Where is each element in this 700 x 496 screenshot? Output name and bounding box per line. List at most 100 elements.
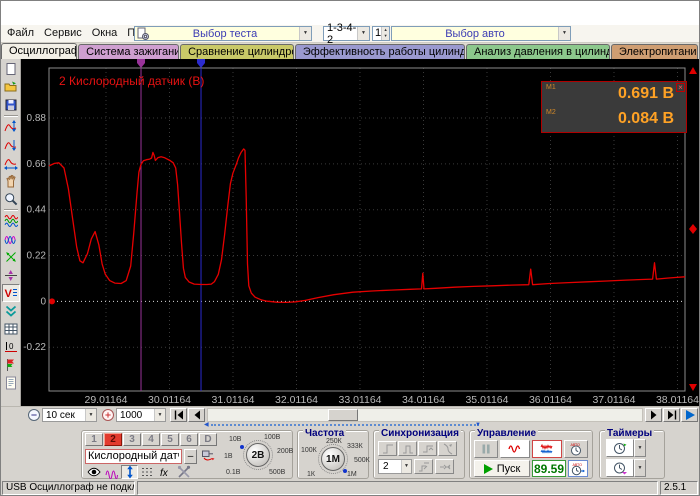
cursor-handle-m2[interactable] — [197, 59, 205, 68]
auto-select-combo[interactable]: Выбор авто ▼ — [391, 26, 571, 41]
tab-6[interactable]: Электропитание — [611, 44, 698, 59]
scale-marker-top-icon[interactable] — [689, 67, 697, 74]
overlay-signals-icon[interactable] — [2, 230, 20, 248]
channel-button-2[interactable]: 2 — [104, 433, 122, 446]
zero-level-marker[interactable] — [49, 298, 55, 304]
zoom-out-icon[interactable] — [27, 408, 41, 422]
scrollbar-thumb[interactable] — [328, 409, 358, 421]
timer-record-icon[interactable] — [606, 459, 634, 477]
tab-3[interactable]: Сравнение цилиндров — [180, 44, 294, 59]
channel-button-D[interactable]: D — [199, 433, 217, 446]
noise-mode-button[interactable] — [532, 440, 562, 458]
spinner-down-icon[interactable]: ▼ — [382, 33, 389, 39]
auto-stop-button[interactable]: АВТО — [564, 440, 588, 458]
trigger-level-icon[interactable] — [418, 441, 437, 456]
tab-1[interactable]: Осциллограф — [1, 43, 77, 59]
horizontal-scale-icon[interactable] — [2, 154, 20, 172]
knob-scale-label: 100К — [301, 447, 317, 454]
channel-button-1[interactable]: 1 — [85, 433, 103, 446]
menu-item[interactable]: Окна — [92, 27, 118, 39]
timer-dropdown-button[interactable]: ▼ — [634, 459, 646, 477]
vertical-scale-icon[interactable] — [2, 136, 20, 154]
new-file-icon[interactable] — [2, 60, 20, 78]
app-window: ФайлСервисОкнаПомощь Выбор теста ▼ 1-3-4… — [0, 0, 700, 496]
table-icon[interactable] — [2, 320, 20, 338]
firing-order-combo[interactable]: 1-3-4-2 ▼ — [323, 26, 370, 41]
sync-delay-icon[interactable] — [414, 459, 433, 474]
tools-icon[interactable] — [175, 465, 192, 479]
fx-icon[interactable]: fx — [157, 465, 174, 479]
level-cursors-icon[interactable] — [2, 266, 20, 284]
measurement-row: М1 0.691 В — [542, 82, 686, 107]
channel-button-5[interactable]: 5 — [161, 433, 179, 446]
frequency-knob[interactable]: 1М 1К100К250К333К500К1М — [301, 438, 367, 479]
tab-5[interactable]: Анализ давления в цилиндре — [466, 44, 610, 59]
x-tick-label: 35.01164 — [465, 394, 508, 406]
scroll-back-button[interactable] — [188, 408, 205, 422]
menu-item[interactable]: Файл — [7, 27, 34, 39]
zoom-in-icon[interactable] — [101, 408, 115, 422]
timer-dropdown-button[interactable]: ▼ — [634, 439, 646, 457]
open-file-icon[interactable] — [2, 78, 20, 96]
generator-button[interactable] — [500, 440, 530, 458]
marker-flag-icon[interactable] — [2, 356, 20, 374]
signal-name-input[interactable] — [85, 449, 182, 464]
time-scale-combo[interactable]: 10 сек ▼ — [42, 408, 97, 422]
scale-marker-bottom-icon[interactable] — [689, 384, 697, 391]
zero-level-icon[interactable]: 0 — [2, 338, 20, 356]
report-icon[interactable] — [2, 374, 20, 392]
status-message: USB Осциллограф не подключен — [2, 481, 135, 495]
m2-value: 0.084 В — [618, 110, 674, 128]
scroll-start-button[interactable] — [170, 408, 187, 422]
probe-icon[interactable] — [199, 448, 217, 464]
grid-lines-icon[interactable] — [139, 465, 156, 479]
voltage-range-knob[interactable]: 2В 0.1В1В10В100В200В500В — [222, 433, 292, 478]
tab-2[interactable]: Система зажигания — [78, 44, 179, 59]
cylinder-spinner[interactable]: 1 ▲▼ — [372, 26, 390, 41]
visibility-icon[interactable] — [85, 465, 102, 479]
auto-shift-button[interactable]: АВТО — [568, 460, 588, 477]
cursor-handle-m1[interactable] — [137, 59, 145, 68]
x-tick-label: 34.01164 — [402, 394, 445, 406]
pause-button[interactable] — [474, 440, 498, 458]
start-button[interactable]: Пуск — [474, 460, 530, 477]
close-icon[interactable]: × — [676, 83, 685, 92]
save-icon[interactable] — [2, 96, 20, 114]
scrollbar-track[interactable] — [207, 408, 643, 422]
chevron-down-icon: ▼ — [85, 409, 96, 421]
scroll-play-button[interactable] — [681, 408, 698, 422]
waveform-icon[interactable] — [103, 465, 120, 479]
channel-button-6[interactable]: 6 — [180, 433, 198, 446]
pan-hand-icon[interactable] — [2, 172, 20, 190]
align-signals-icon[interactable] — [2, 248, 20, 266]
channel-button-3[interactable]: 3 — [123, 433, 141, 446]
app-version: 2.5.1 — [660, 481, 698, 495]
vertical-arrows-icon[interactable] — [121, 465, 138, 479]
test-select-combo[interactable]: Выбор теста ▼ — [134, 26, 312, 41]
channel-button-4[interactable]: 4 — [142, 433, 160, 446]
y-tick-label: 0.66 — [27, 159, 47, 170]
timer-row: ▼ — [606, 459, 646, 477]
play-icon — [484, 464, 493, 474]
sync-channel-select[interactable]: 2 ▼ — [378, 459, 412, 474]
timer-play-icon[interactable] — [606, 439, 634, 457]
collapse-signals-icon[interactable] — [2, 302, 20, 320]
signals-icon[interactable] — [2, 212, 20, 230]
scroll-end-button[interactable] — [663, 408, 680, 422]
trigger-rise-icon[interactable] — [378, 441, 397, 456]
tab-4[interactable]: Эффективность работы цилиндров — [295, 44, 465, 59]
trigger-hand-icon[interactable] — [438, 441, 457, 456]
autoscale-icon[interactable] — [2, 118, 20, 136]
zoom-icon[interactable] — [2, 190, 20, 208]
trace-level-marker-icon[interactable] — [689, 224, 697, 234]
menu-item[interactable]: Сервис — [44, 27, 82, 39]
signal-color-button[interactable]: – — [184, 449, 197, 464]
sync-expand-icon[interactable] — [435, 459, 454, 474]
scroll-forward-button[interactable] — [645, 408, 662, 422]
points-scale-combo[interactable]: 1000 ▼ — [116, 408, 166, 422]
measurements-icon[interactable]: V — [2, 284, 20, 302]
knob-scale-label: 100В — [264, 434, 280, 441]
x-tick-label: 36.01164 — [529, 394, 572, 406]
channel-tool-icons: fx — [85, 465, 192, 479]
trigger-pulse-icon[interactable] — [398, 441, 417, 456]
